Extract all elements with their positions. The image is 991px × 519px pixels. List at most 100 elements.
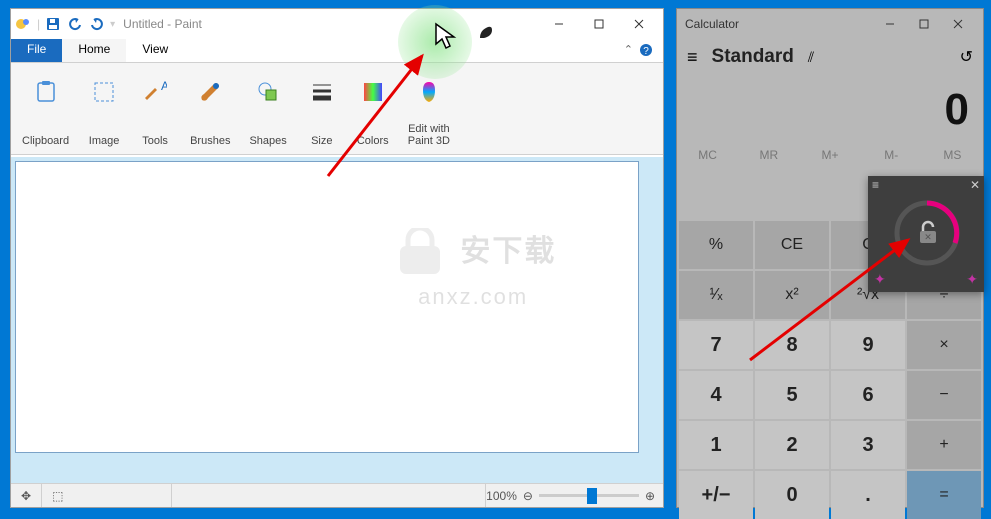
- key-3[interactable]: 3: [831, 421, 905, 469]
- paint-canvas[interactable]: [15, 161, 639, 453]
- tab-home[interactable]: Home: [62, 39, 126, 62]
- redo-icon[interactable]: [88, 15, 106, 33]
- calc-mode: Standard: [712, 46, 794, 68]
- zoom-pct: 100%: [486, 489, 517, 503]
- zoom-in-button[interactable]: ⊕: [645, 489, 655, 503]
- key-add[interactable]: +: [907, 421, 981, 469]
- svg-text:A: A: [161, 80, 167, 93]
- help-icon[interactable]: ?: [639, 43, 653, 62]
- key-8[interactable]: 8: [755, 321, 829, 369]
- zoom-out-button[interactable]: ⊖: [523, 489, 533, 503]
- overlay-close-icon[interactable]: ✕: [970, 178, 980, 190]
- key-multiply[interactable]: ×: [907, 321, 981, 369]
- overlay-left-icon[interactable]: ✦: [874, 271, 886, 288]
- canvas-size: [172, 484, 486, 507]
- key-decimal[interactable]: .: [831, 471, 905, 519]
- ribbon-label: Size: [311, 135, 332, 147]
- zoom-slider[interactable]: [539, 494, 639, 497]
- overlay-right-icon[interactable]: ✦: [966, 271, 978, 288]
- ribbon-image[interactable]: Image: [79, 67, 129, 150]
- paint-titlebar: | ▾ Untitled - Paint: [11, 9, 663, 39]
- maximize-button[interactable]: [579, 9, 619, 39]
- key-1[interactable]: 1: [679, 421, 753, 469]
- minimize-button[interactable]: [539, 9, 579, 39]
- mem-mc[interactable]: MC: [677, 141, 738, 169]
- zoom-controls: 100% ⊖ ⊕: [486, 489, 663, 503]
- tools-icon: A: [139, 76, 171, 108]
- app-icon: [15, 15, 33, 33]
- ribbon-size[interactable]: Size: [297, 67, 347, 150]
- minimize-button[interactable]: [873, 9, 907, 39]
- keep-on-top-icon[interactable]: ⫽: [808, 49, 814, 66]
- tab-file[interactable]: File: [11, 39, 62, 62]
- size-icon: [306, 76, 338, 108]
- key-ce[interactable]: CE: [755, 221, 829, 269]
- key-2[interactable]: 2: [755, 421, 829, 469]
- ribbon-label: Shapes: [249, 135, 286, 147]
- save-icon[interactable]: [44, 15, 62, 33]
- ribbon: Clipboard Image A Tools Brushes Shapes S…: [11, 63, 663, 155]
- calc-title: Calculator: [685, 17, 739, 31]
- colors-icon: [357, 76, 389, 108]
- overlay-bottom-icons: ✦ ✦: [874, 271, 978, 288]
- mem-mplus[interactable]: M+: [799, 141, 860, 169]
- canvas-area: [11, 157, 663, 483]
- svg-text:✕: ✕: [924, 232, 932, 242]
- crop-icon: ⬚: [52, 489, 63, 503]
- close-button[interactable]: [619, 9, 659, 39]
- key-4[interactable]: 4: [679, 371, 753, 419]
- key-negate[interactable]: +/−: [679, 471, 753, 519]
- mem-mr[interactable]: MR: [738, 141, 799, 169]
- ribbon-edit3d[interactable]: Edit with Paint 3D: [399, 67, 459, 150]
- key-inverse[interactable]: ¹⁄ₓ: [679, 271, 753, 319]
- ribbon-label: Brushes: [190, 135, 230, 147]
- paint-title: Untitled - Paint: [123, 17, 202, 31]
- status-bar: ✥ ⬚ 100% ⊖ ⊕: [11, 483, 663, 507]
- collapse-ribbon-icon[interactable]: ⌃: [624, 43, 633, 56]
- key-9[interactable]: 9: [831, 321, 905, 369]
- history-icon[interactable]: ↺: [960, 47, 973, 67]
- clipboard-icon: [30, 76, 62, 108]
- key-percent[interactable]: %: [679, 221, 753, 269]
- zoom-slider-thumb[interactable]: [587, 488, 597, 504]
- lock-open-icon[interactable]: ✕: [914, 218, 942, 246]
- ribbon-shapes[interactable]: Shapes: [240, 67, 295, 150]
- mem-mminus[interactable]: M-: [861, 141, 922, 169]
- ribbon-label: Edit with Paint 3D: [408, 123, 450, 147]
- maximize-button[interactable]: [907, 9, 941, 39]
- hamburger-icon[interactable]: ≡: [687, 47, 698, 68]
- undo-icon[interactable]: [66, 15, 84, 33]
- ribbon-label: Tools: [142, 135, 168, 147]
- quick-access-toolbar: | ▾: [15, 15, 115, 33]
- key-5[interactable]: 5: [755, 371, 829, 419]
- cursor-position: ✥: [11, 484, 42, 507]
- svg-text:?: ?: [643, 46, 649, 57]
- ribbon-label: Colors: [357, 135, 389, 147]
- select-icon: [88, 76, 120, 108]
- ribbon-label: Image: [89, 135, 120, 147]
- overlay-menu-icon[interactable]: ≡: [872, 178, 879, 190]
- ribbon-right: ⌃ ?: [614, 39, 663, 62]
- ribbon-clipboard[interactable]: Clipboard: [13, 67, 78, 150]
- ribbon-tabs: File Home View ⌃ ?: [11, 39, 663, 63]
- ribbon-brushes[interactable]: Brushes: [181, 67, 239, 150]
- key-subtract[interactable]: −: [907, 371, 981, 419]
- ribbon-colors[interactable]: Colors: [348, 67, 398, 150]
- selection-size: ⬚: [42, 484, 172, 507]
- close-button[interactable]: [941, 9, 975, 39]
- mem-ms[interactable]: MS: [922, 141, 983, 169]
- ribbon-tools[interactable]: A Tools: [130, 67, 180, 150]
- key-square[interactable]: x²: [755, 271, 829, 319]
- key-equals[interactable]: =: [907, 471, 981, 519]
- cursor-highlight: [398, 5, 472, 79]
- lock-overlay[interactable]: ≡ ✕ ✕ ✦ ✦: [868, 176, 984, 292]
- paint3d-icon: [413, 76, 445, 108]
- tab-view[interactable]: View: [126, 39, 184, 62]
- key-6[interactable]: 6: [831, 371, 905, 419]
- qat-dropdown-icon[interactable]: ▾: [110, 19, 115, 30]
- ribbon-label: Clipboard: [22, 135, 69, 147]
- key-0[interactable]: 0: [755, 471, 829, 519]
- key-7[interactable]: 7: [679, 321, 753, 369]
- qat-sep: |: [37, 17, 40, 31]
- overlay-bar: ≡ ✕: [868, 176, 984, 192]
